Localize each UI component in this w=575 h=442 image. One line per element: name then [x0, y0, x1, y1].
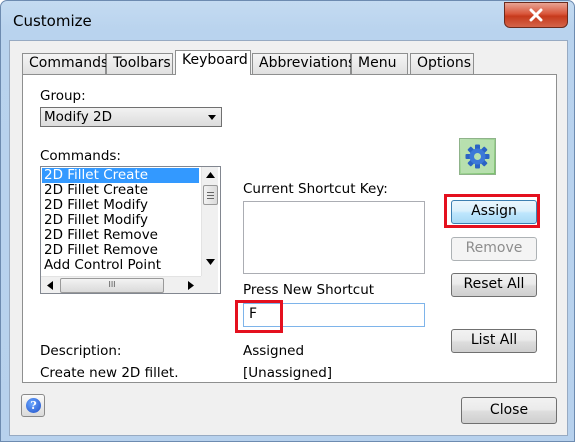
keyboard-panel: Group: Modify 2D Commands: 2D Fillet Cre…: [22, 74, 557, 383]
window-close-button[interactable]: [504, 2, 568, 28]
list-item[interactable]: 2D Fillet Modify: [42, 198, 199, 213]
list-item[interactable]: 2D Fillet Remove: [42, 228, 199, 243]
close-button[interactable]: Close: [461, 397, 557, 424]
commands-label: Commands:: [40, 148, 121, 164]
tab-abbreviations[interactable]: Abbreviations: [252, 53, 355, 74]
list-item[interactable]: 2D Fillet Modify: [42, 213, 199, 228]
reset-all-button[interactable]: Reset All: [451, 273, 537, 297]
tab-toolbars[interactable]: Toolbars: [106, 53, 173, 74]
commands-vertical-scrollbar[interactable]: [201, 167, 218, 276]
list-item[interactable]: 2D Fillet Create: [42, 183, 199, 198]
help-icon: ?: [26, 398, 41, 413]
group-select[interactable]: Modify 2D: [40, 107, 222, 127]
group-select-value: Modify 2D: [44, 109, 113, 125]
customize-window: Customize Commands Toolbars Keyboard Abb…: [0, 0, 575, 442]
description-label: Description:: [40, 343, 122, 359]
assigned-value: [Unassigned]: [243, 365, 333, 381]
remove-button[interactable]: Remove: [451, 237, 537, 261]
assign-highlight: [444, 194, 540, 228]
commands-horizontal-scrollbar[interactable]: III: [41, 276, 201, 293]
scroll-up-arrow-icon[interactable]: [206, 172, 215, 178]
list-item[interactable]: Add Control Point: [42, 258, 199, 273]
press-new-shortcut-label: Press New Shortcut: [243, 282, 375, 298]
current-shortcut-label: Current Shortcut Key:: [243, 181, 388, 197]
horizontal-scroll-thumb[interactable]: III: [60, 278, 164, 293]
tab-keyboard[interactable]: Keyboard: [175, 50, 251, 75]
title-bar: Customize: [1, 1, 574, 41]
tab-label: Abbreviations: [259, 55, 356, 71]
list-item[interactable]: 2D Fillet Create: [42, 168, 199, 183]
scrollbar-corner: [201, 276, 218, 293]
tab-label: Commands: [29, 55, 109, 71]
tab-label: Toolbars: [113, 55, 171, 71]
current-shortcut-list[interactable]: [243, 201, 425, 274]
tab-menu[interactable]: Menu: [351, 53, 408, 74]
list-item[interactable]: 2D Fillet Remove: [42, 243, 199, 258]
tab-strip: Commands Toolbars Keyboard Abbreviations…: [22, 50, 562, 75]
tab-label: Menu: [358, 55, 397, 71]
help-button[interactable]: ?: [21, 394, 45, 417]
scroll-right-arrow-icon[interactable]: [188, 281, 194, 290]
dialog-client-area: Commands Toolbars Keyboard Abbreviations…: [9, 40, 568, 436]
assigned-label: Assigned: [243, 343, 305, 359]
scroll-left-arrow-icon[interactable]: [47, 281, 53, 290]
tab-options[interactable]: Options: [410, 53, 474, 74]
description-value: Create new 2D fillet.: [40, 365, 179, 381]
gear-icon-graphic: [461, 140, 494, 173]
list-all-button[interactable]: List All: [451, 329, 537, 353]
gear-icon: [459, 138, 496, 175]
scroll-down-arrow-icon[interactable]: [206, 259, 215, 265]
tab-commands[interactable]: Commands: [22, 53, 109, 74]
tab-label: Keyboard: [182, 52, 248, 68]
group-label: Group:: [40, 88, 86, 104]
chevron-down-icon: [208, 115, 216, 120]
commands-list[interactable]: 2D Fillet Create 2D Fillet Create 2D Fil…: [40, 166, 221, 294]
window-title: Customize: [13, 12, 92, 30]
new-shortcut-highlight: [235, 300, 283, 333]
tab-label: Options: [417, 55, 472, 71]
close-x-icon: [529, 8, 543, 22]
vertical-scroll-thumb[interactable]: [203, 185, 218, 205]
